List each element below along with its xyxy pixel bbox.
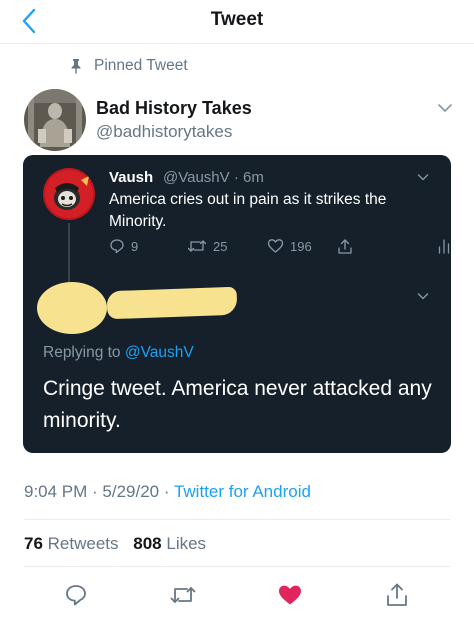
quoted-like-count: 196: [290, 238, 312, 254]
quoted-meta: @VaushV · 6m: [163, 169, 264, 186]
top-bar: Tweet: [0, 0, 474, 44]
retweets-label[interactable]: Retweets: [48, 534, 119, 553]
redacted-avatar: [37, 282, 107, 334]
chevron-down-icon: [417, 174, 429, 181]
tweet-screenshot-card: Vaush @VaushV · 6m America cries out in …: [23, 155, 451, 453]
quoted-reply-count: 9: [131, 238, 139, 254]
heart-icon: [267, 239, 284, 253]
analytics-icon: [438, 239, 450, 254]
thread-line: [68, 223, 70, 285]
retweet-icon: [187, 240, 207, 252]
quoted-like-action: 196: [267, 238, 312, 254]
retweet-icon: [170, 587, 196, 603]
chevron-down-icon: [417, 293, 429, 300]
replying-prefix: Replying to: [43, 344, 121, 361]
quoted-retweet-count: 25: [213, 238, 228, 254]
replying-mention: @VaushV: [124, 344, 194, 361]
reply-icon: [66, 585, 86, 606]
redacted-name-mark: [183, 292, 235, 308]
heart-icon: [279, 585, 301, 605]
author-avatar[interactable]: [24, 89, 86, 151]
quoted-text: America cries out in pain as it strikes …: [109, 191, 387, 230]
retweets-count[interactable]: 76: [24, 534, 43, 553]
quoted-share-action: [337, 238, 353, 255]
tweet-stats: 76 Retweets 808 Likes: [24, 534, 216, 554]
tweet-source[interactable]: Twitter for Android: [174, 482, 311, 501]
share-icon: [387, 583, 407, 606]
share-icon: [338, 239, 352, 254]
quoted-retweet-action: 25: [187, 238, 227, 254]
reply-icon: [110, 239, 124, 254]
quoted-name: Vaush: [109, 169, 154, 186]
tweet-action-bar: [0, 580, 474, 610]
author-name[interactable]: Bad History Takes: [96, 98, 252, 119]
quoted-avatar: [43, 168, 95, 220]
like-button[interactable]: [275, 580, 305, 610]
retweet-button[interactable]: [168, 580, 198, 610]
pinned-label: Pinned Tweet: [94, 57, 188, 74]
likes-count[interactable]: 808: [133, 534, 161, 553]
pinned-indicator: Pinned Tweet: [70, 56, 188, 76]
chevron-down-icon[interactable]: [437, 102, 453, 114]
replying-to: Replying to @VaushV: [43, 344, 194, 362]
likes-label[interactable]: Likes: [166, 534, 206, 553]
quoted-analytics-action: [437, 238, 451, 254]
author-handle[interactable]: @badhistorytakes: [96, 122, 232, 142]
reply-text: Cringe tweet. America never attacked any…: [43, 377, 432, 432]
divider: [24, 519, 450, 520]
tweet-timestamp: 9:04 PM · 5/29/20 · Twitter for Android: [24, 482, 311, 502]
pin-icon: [71, 59, 81, 74]
page-title: Tweet: [210, 9, 264, 30]
tweet-time: 9:04 PM · 5/29/20 ·: [24, 482, 174, 501]
reply-button[interactable]: [61, 580, 91, 610]
divider: [24, 566, 450, 567]
quoted-reply-action: 9: [109, 238, 138, 254]
share-button[interactable]: [382, 580, 412, 610]
